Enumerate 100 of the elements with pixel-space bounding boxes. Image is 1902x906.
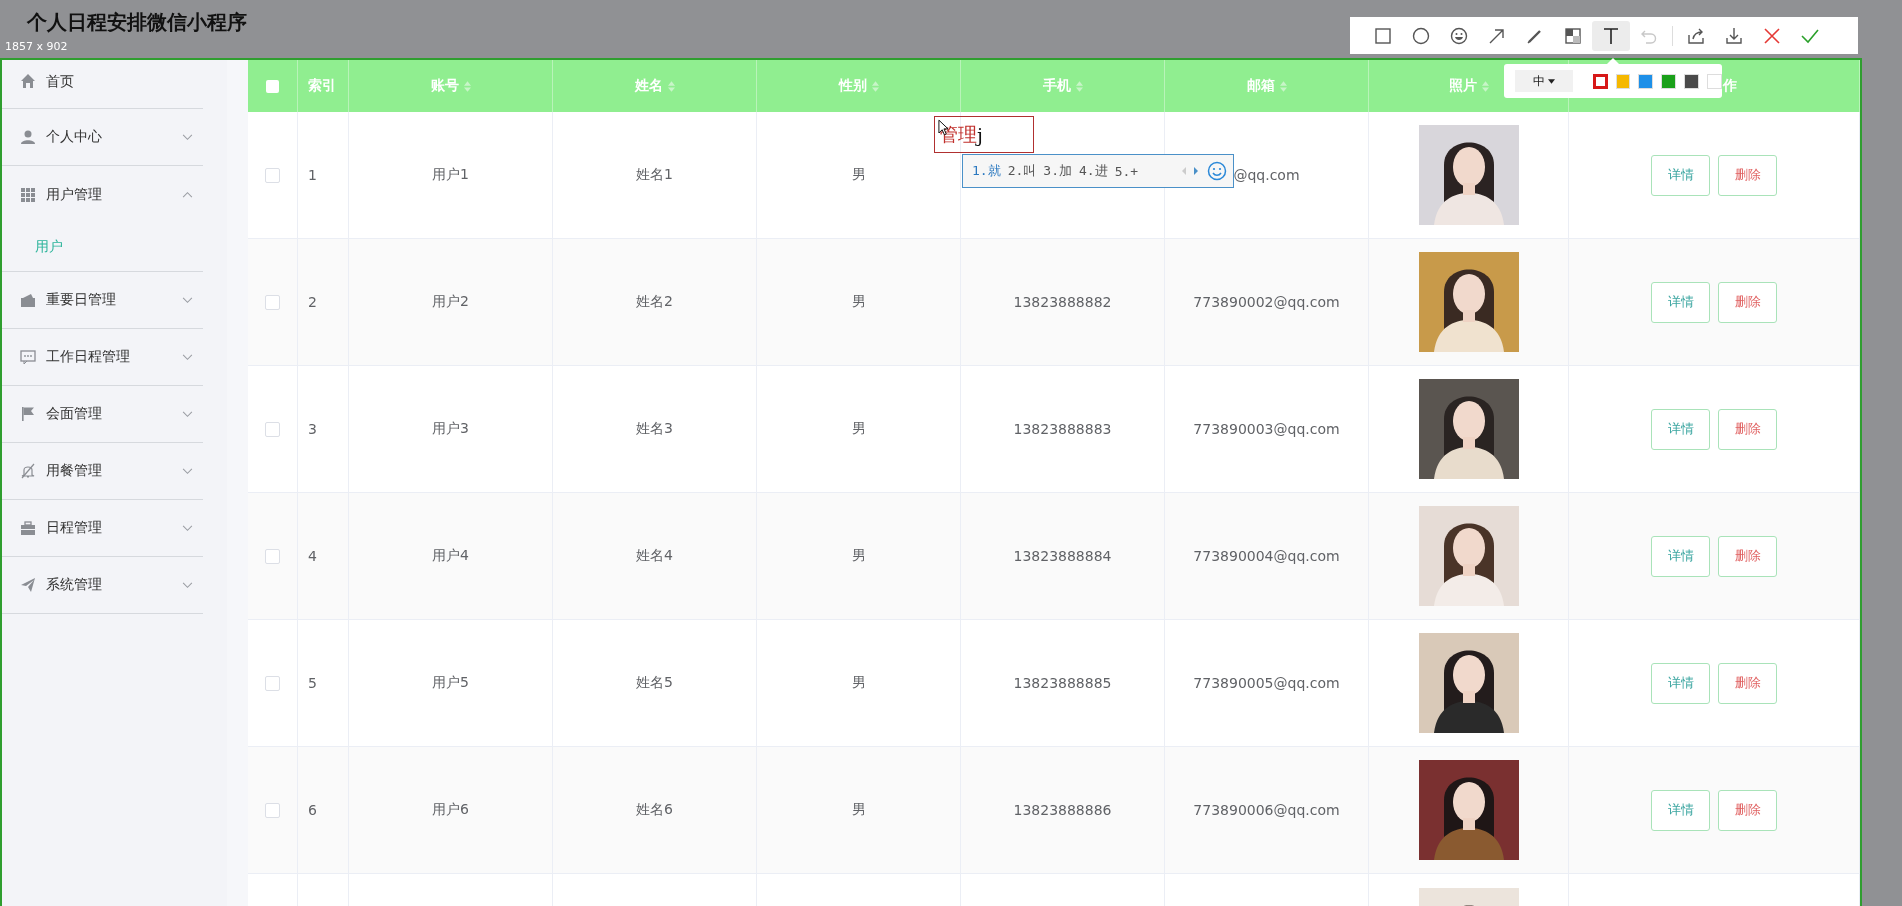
table-cell: @qq.com: [1233, 167, 1300, 183]
table-cell: 姓名1: [636, 166, 673, 184]
detail-button[interactable]: 详情: [1651, 154, 1710, 196]
table-cell: 男: [851, 166, 866, 184]
delete-button[interactable]: 删除: [1718, 408, 1777, 450]
row-checkbox[interactable]: [265, 802, 280, 818]
ime-candidate[interactable]: 1.就: [972, 162, 1001, 180]
chat-icon: [20, 349, 36, 365]
detail-button[interactable]: 详情: [1651, 535, 1710, 577]
select-all-checkbox[interactable]: [266, 79, 279, 93]
table-cell: 773890005@qq.com: [1193, 675, 1340, 691]
table-cell: 2: [308, 294, 317, 310]
table-cell: 13823888883: [1013, 421, 1112, 437]
row-checkbox[interactable]: [265, 294, 280, 310]
row-checkbox[interactable]: [265, 421, 280, 437]
text-icon: [1601, 25, 1621, 46]
detail-button[interactable]: 详情: [1651, 662, 1710, 704]
column-header: 姓名: [634, 77, 663, 95]
sidebar-item[interactable]: 用户管理: [2, 166, 203, 223]
table-cell: 男: [851, 674, 866, 692]
smiley-icon[interactable]: [1207, 161, 1227, 181]
table-cell: 773890004@qq.com: [1193, 548, 1340, 564]
table-cell: 用户6: [432, 801, 469, 819]
table-cell: 男: [851, 547, 866, 565]
table-cell: 773890003@qq.com: [1193, 421, 1340, 437]
ime-candidate[interactable]: 2.叫: [1007, 162, 1037, 180]
table-cell: 13823888884: [1013, 548, 1112, 564]
smiley-icon: [1449, 25, 1469, 46]
table-cell: 13823888882: [1013, 294, 1112, 310]
delete-button[interactable]: 删除: [1718, 789, 1777, 831]
delete-button[interactable]: 删除: [1718, 535, 1777, 577]
sidebar-item[interactable]: 日程管理: [2, 500, 203, 557]
sidebar-item[interactable]: 个人中心: [2, 109, 203, 166]
ime-candidate[interactable]: 5.+: [1114, 163, 1139, 179]
table-cell: 5: [308, 675, 317, 691]
detail-button[interactable]: 详情: [1651, 281, 1710, 323]
table-cell: 男: [851, 801, 866, 819]
sidebar-item[interactable]: 用餐管理: [2, 443, 203, 500]
download-icon: [1724, 25, 1744, 46]
ime-candidate[interactable]: 4.进: [1078, 162, 1108, 180]
detail-button[interactable]: 详情: [1651, 408, 1710, 450]
sidebar-item[interactable]: 会面管理: [2, 386, 203, 443]
column-header: 索引: [308, 77, 336, 95]
text-tool[interactable]: [1592, 20, 1630, 51]
table-cell: 13823888886: [1013, 802, 1112, 818]
color-swatch[interactable]: [1592, 73, 1608, 89]
flag-icon: [20, 406, 36, 422]
sidebar-item[interactable]: 重要日管理: [2, 272, 203, 329]
delete-button[interactable]: 删除: [1718, 281, 1777, 323]
row-checkbox[interactable]: [265, 167, 280, 183]
column-header: 照片: [1448, 77, 1477, 95]
ime-candidate[interactable]: 3.加: [1043, 162, 1072, 180]
sidebar-item[interactable]: 首页: [2, 60, 203, 109]
column-header: 邮箱: [1246, 77, 1275, 95]
font-size-dropdown[interactable]: 中: [1515, 70, 1573, 92]
column-header: 作: [1723, 77, 1737, 95]
table-cell: 姓名3: [636, 420, 673, 438]
page-arrows-icon[interactable]: [1180, 166, 1200, 176]
table-cell: 1: [308, 167, 317, 183]
close-icon: [1762, 25, 1782, 46]
sidebar-item[interactable]: 系统管理: [2, 557, 203, 614]
table-cell: 用户2: [432, 293, 469, 311]
table-cell: 3: [308, 421, 317, 437]
table-cell: 13823888885: [1013, 675, 1112, 691]
briefcase-icon: [20, 520, 36, 536]
detail-button[interactable]: 详情: [1651, 789, 1710, 831]
column-header: 手机: [1042, 77, 1071, 95]
app-title: 个人日程安排微信小程序: [27, 9, 247, 36]
table-cell: 773890002@qq.com: [1193, 294, 1340, 310]
table-cell: 6: [308, 802, 317, 818]
home-icon: [20, 73, 36, 89]
grid-icon: [20, 186, 36, 203]
bell-icon: [20, 463, 36, 479]
table-cell: 用户5: [432, 674, 469, 692]
column-header: 账号: [430, 77, 459, 95]
circle-icon: [1411, 25, 1431, 46]
column-header: 性别: [838, 77, 867, 95]
row-checkbox[interactable]: [265, 548, 280, 564]
row-checkbox[interactable]: [265, 675, 280, 691]
delete-button[interactable]: 删除: [1718, 662, 1777, 704]
table-cell: 用户1: [432, 166, 469, 184]
table-cell: 用户4: [432, 547, 469, 565]
table-cell: 姓名4: [636, 547, 673, 565]
table-cell: 男: [851, 293, 866, 311]
table-cell: 姓名2: [636, 293, 673, 311]
rectangle-icon: [1373, 25, 1393, 46]
selection-size-label: 1857 x 902: [5, 40, 68, 53]
table-cell: 男: [851, 420, 866, 438]
wallet-icon: [20, 292, 36, 308]
caret-icon: [1547, 78, 1555, 84]
submenu-item[interactable]: 用户: [2, 223, 203, 271]
plane-icon: [20, 577, 36, 593]
table-cell: 用户3: [432, 420, 469, 438]
table-cell: 773890006@qq.com: [1193, 802, 1340, 818]
table-cell: 姓名6: [636, 801, 673, 819]
sidebar-item[interactable]: 工作日程管理: [2, 329, 203, 386]
delete-button[interactable]: 删除: [1718, 154, 1777, 196]
user-icon: [20, 129, 36, 145]
table-cell: 姓名5: [636, 674, 673, 692]
table-cell: 4: [308, 548, 317, 564]
